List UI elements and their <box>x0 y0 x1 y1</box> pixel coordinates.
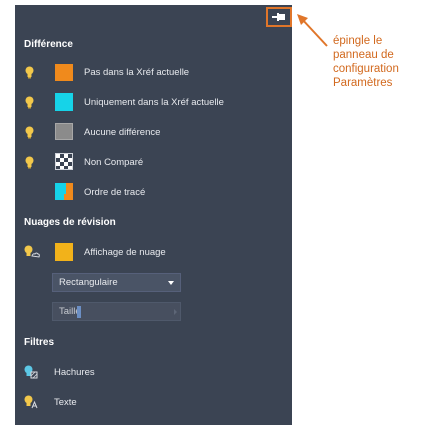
row-label-cloud-display: Affichage de nuage <box>84 247 166 258</box>
annotation-line: Paramètres <box>333 77 393 89</box>
row-label-draw-order: Ordre de tracé <box>84 187 146 198</box>
row-label-not-compared: Non Comparé <box>84 157 144 168</box>
callout-annotation: épingle le panneau de configuration Para… <box>333 34 421 90</box>
annotation-line: épingle le <box>333 35 383 47</box>
pin-icon <box>272 12 286 22</box>
annotation-line: panneau de <box>333 49 394 61</box>
chevron-down-icon <box>168 281 174 285</box>
swatch-not-compared[interactable] <box>55 153 73 170</box>
difference-section-title: Différence <box>24 39 73 50</box>
cloud-shape-select[interactable]: Rectangulaire <box>52 273 181 292</box>
filter-label-hatch: Hachures <box>54 367 95 378</box>
text-caret <box>77 306 81 318</box>
swatch-only-in-current-xref[interactable] <box>55 93 73 111</box>
lightbulb-icon[interactable] <box>25 96 34 114</box>
lightbulb-icon[interactable] <box>25 66 34 84</box>
swatch-not-in-current-xref[interactable] <box>55 64 73 81</box>
swatch-draw-order[interactable] <box>55 183 73 200</box>
filters-section-title: Filtres <box>24 337 55 348</box>
annotation-line: configuration <box>333 63 399 75</box>
row-label-only-in-xref: Uniquement dans la Xréf actuelle <box>84 97 224 108</box>
swatch-cloud-display[interactable] <box>55 243 73 261</box>
lightbulb-icon[interactable] <box>25 156 34 174</box>
row-label-not-in-xref: Pas dans la Xréf actuelle <box>84 67 190 78</box>
cloud-size-input[interactable]: Taille <box>52 302 181 321</box>
hatch-filter-icon[interactable] <box>24 365 38 384</box>
callout-arrow <box>297 14 328 47</box>
filter-label-text: Texte <box>54 397 77 408</box>
pin-panel-button[interactable] <box>266 7 292 27</box>
swatch-no-difference[interactable] <box>55 123 73 140</box>
row-label-no-difference: Aucune différence <box>84 127 161 138</box>
text-filter-icon[interactable] <box>24 395 38 414</box>
lightbulb-cloud-icon[interactable] <box>24 245 40 265</box>
revision-clouds-section-title: Nuages de révision <box>24 217 116 228</box>
cloud-shape-value: Rectangulaire <box>59 277 118 288</box>
lightbulb-icon[interactable] <box>25 126 34 144</box>
chevron-right-icon <box>174 309 177 315</box>
